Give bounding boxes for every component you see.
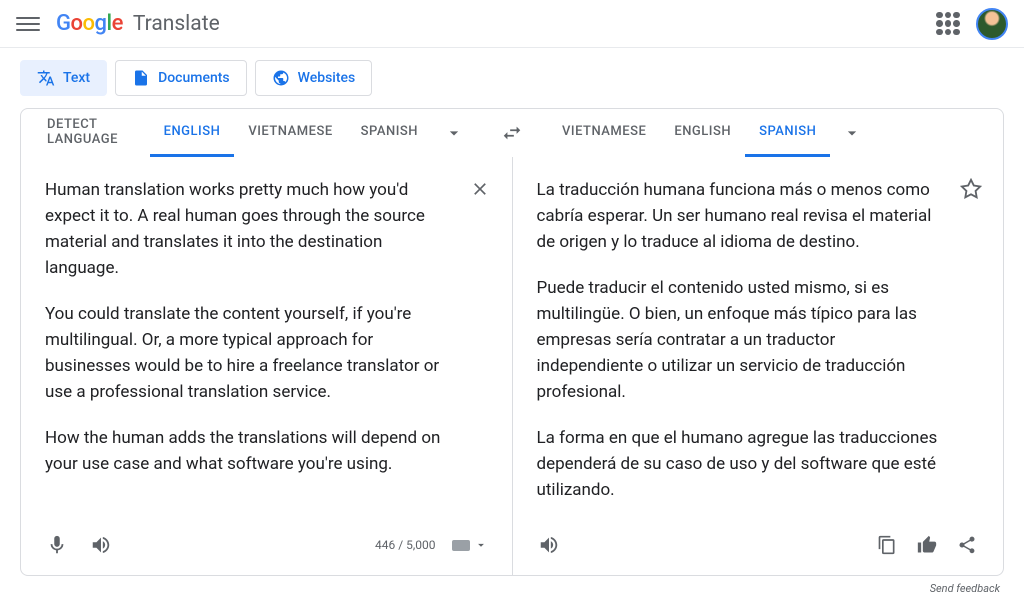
- target-lang-vietnamese[interactable]: VIETNAMESE: [548, 109, 660, 157]
- share-button[interactable]: [955, 533, 979, 557]
- source-lang-detect[interactable]: DETECT LANGUAGE: [33, 109, 150, 157]
- source-pane: Human translation works pretty much how …: [21, 157, 513, 575]
- target-lang-more[interactable]: [830, 109, 874, 157]
- keyboard-icon: [452, 540, 470, 551]
- input-tool-selector[interactable]: [452, 538, 488, 552]
- product-name: Translate: [133, 12, 220, 36]
- translate-content: Human translation works pretty much how …: [21, 157, 1003, 575]
- target-lang-spanish[interactable]: SPANISH: [745, 109, 830, 157]
- apps-icon[interactable]: [936, 12, 960, 36]
- translate-icon: [37, 69, 55, 87]
- source-lang-spanish[interactable]: SPANISH: [347, 109, 432, 157]
- thumbs-icon: [917, 535, 937, 555]
- source-p2: You could translate the content yourself…: [45, 301, 452, 405]
- send-feedback-link[interactable]: Send feedback: [930, 582, 1000, 595]
- translate-card: DETECT LANGUAGE ENGLISH VIETNAMESE SPANI…: [20, 108, 1004, 576]
- language-bar: DETECT LANGUAGE ENGLISH VIETNAMESE SPANI…: [21, 109, 1003, 157]
- header-left: Google Translate: [16, 11, 220, 36]
- listen-target-button[interactable]: [537, 533, 561, 557]
- target-lang-english[interactable]: ENGLISH: [660, 109, 745, 157]
- copy-button[interactable]: [875, 533, 899, 557]
- speaker-icon: [90, 534, 112, 556]
- header-right: [936, 8, 1008, 40]
- mic-button[interactable]: [45, 533, 69, 557]
- source-lang-group: DETECT LANGUAGE ENGLISH VIETNAMESE SPANI…: [21, 109, 488, 157]
- speaker-icon: [538, 534, 560, 556]
- target-lang-group: VIETNAMESE ENGLISH SPANISH: [536, 109, 1003, 157]
- source-bottom-bar: 446 / 5,000: [45, 523, 488, 567]
- chevron-down-icon: [842, 123, 862, 143]
- logo[interactable]: Google Translate: [56, 11, 220, 36]
- listen-source-button[interactable]: [89, 533, 113, 557]
- globe-icon: [272, 69, 290, 87]
- source-p3: How the human adds the translations will…: [45, 425, 452, 477]
- char-count: 446 / 5,000: [375, 538, 435, 552]
- document-icon: [132, 69, 150, 87]
- mode-documents-label: Documents: [158, 70, 230, 86]
- source-lang-more[interactable]: [432, 109, 476, 157]
- source-lang-vietnamese[interactable]: VIETNAMESE: [234, 109, 346, 157]
- source-textarea[interactable]: Human translation works pretty much how …: [45, 177, 488, 523]
- mode-websites-label: Websites: [298, 70, 356, 86]
- mode-text[interactable]: Text: [20, 60, 107, 96]
- chevron-down-icon: [474, 538, 488, 552]
- target-bottom-bar: [537, 523, 980, 567]
- target-p3: La forma en que el humano agregue las tr…: [537, 425, 944, 503]
- target-output: La traducción humana funciona más o meno…: [537, 177, 980, 523]
- star-icon: [960, 178, 982, 200]
- source-p1: Human translation works pretty much how …: [45, 177, 452, 281]
- clear-input-button[interactable]: [468, 177, 492, 201]
- close-icon: [470, 179, 490, 199]
- mode-documents[interactable]: Documents: [115, 60, 247, 96]
- feedback-link-container: Send feedback: [0, 576, 1024, 601]
- rate-translation-button[interactable]: [915, 533, 939, 557]
- target-p2: Puede traducir el contenido usted mismo,…: [537, 275, 944, 405]
- swap-languages-button[interactable]: [488, 109, 536, 157]
- target-p1: La traducción humana funciona más o meno…: [537, 177, 944, 255]
- mode-text-label: Text: [63, 70, 90, 86]
- copy-icon: [877, 535, 897, 555]
- swap-icon: [501, 122, 523, 144]
- google-logo: Google: [56, 11, 123, 36]
- mode-websites[interactable]: Websites: [255, 60, 373, 96]
- avatar[interactable]: [976, 8, 1008, 40]
- target-pane: La traducción humana funciona más o meno…: [513, 157, 1004, 575]
- chevron-down-icon: [444, 123, 464, 143]
- mode-tabs: Text Documents Websites: [0, 48, 1024, 108]
- share-icon: [957, 535, 977, 555]
- save-translation-button[interactable]: [959, 177, 983, 201]
- app-header: Google Translate: [0, 0, 1024, 48]
- menu-icon[interactable]: [16, 12, 40, 36]
- source-lang-english[interactable]: ENGLISH: [150, 109, 235, 157]
- mic-icon: [46, 534, 68, 556]
